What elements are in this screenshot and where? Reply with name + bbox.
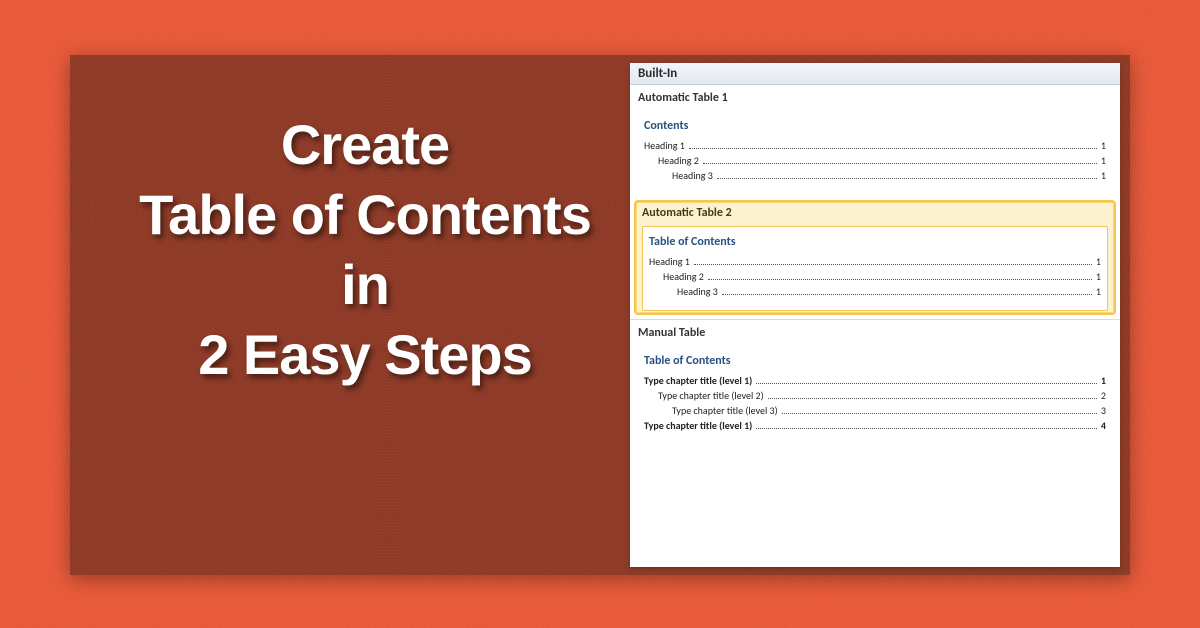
toc-entry-text: Type chapter title (level 3) (672, 404, 778, 417)
toc-line: Heading 1 1 (644, 139, 1106, 152)
style-title: Automatic Table 2 (642, 206, 1108, 220)
toc-line: Heading 3 1 (644, 169, 1106, 182)
toc-entry-text: Heading 2 (663, 270, 704, 283)
headline-line-2: Table of Contents (85, 180, 645, 250)
toc-entry-text: Type chapter title (level 1) (644, 419, 752, 432)
toc-entry-page: 1 (1101, 154, 1106, 167)
leader-dots (703, 163, 1097, 164)
toc-line: Type chapter title (level 3) 3 (644, 404, 1106, 417)
toc-entry-page: 1 (1096, 285, 1101, 298)
headline-line-1: Create (85, 110, 645, 180)
preview-title: Contents (644, 119, 1106, 133)
toc-entry-page: 3 (1101, 404, 1106, 417)
toc-entry-text: Type chapter title (level 1) (644, 374, 752, 387)
toc-line: Type chapter title (level 1) 4 (644, 419, 1106, 432)
toc-entry-text: Type chapter title (level 2) (658, 389, 764, 402)
content-panel: Create Table of Contents in 2 Easy Steps… (70, 55, 1130, 575)
style-title: Automatic Table 1 (638, 91, 1112, 105)
toc-style-manual-table[interactable]: Manual Table Table of Contents Type chap… (630, 320, 1120, 446)
leader-dots (722, 294, 1092, 295)
leader-dots (717, 178, 1097, 179)
leader-dots (756, 428, 1097, 429)
leader-dots (708, 279, 1092, 280)
headline-text: Create Table of Contents in 2 Easy Steps (85, 110, 645, 390)
toc-line: Heading 2 1 (644, 154, 1106, 167)
toc-line: Heading 2 1 (649, 270, 1101, 283)
style-preview: Contents Heading 1 1 Heading 2 1 Heading… (638, 111, 1112, 194)
preview-title: Table of Contents (649, 235, 1101, 249)
toc-entry-page: 2 (1101, 389, 1106, 402)
toc-entry-text: Heading 1 (644, 139, 685, 152)
headline-line-3: in (85, 250, 645, 320)
headline-line-4: 2 Easy Steps (85, 320, 645, 390)
toc-entry-page: 1 (1101, 374, 1106, 387)
toc-entry-page: 4 (1101, 419, 1106, 432)
toc-style-automatic-table-1[interactable]: Automatic Table 1 Contents Heading 1 1 H… (630, 85, 1120, 196)
toc-line: Type chapter title (level 1) 1 (644, 374, 1106, 387)
leader-dots (694, 264, 1092, 265)
toc-entry-page: 1 (1101, 169, 1106, 182)
toc-entry-text: Heading 1 (649, 255, 690, 268)
leader-dots (689, 148, 1097, 149)
toc-entry-page: 1 (1096, 270, 1101, 283)
style-preview: Table of Contents Type chapter title (le… (638, 346, 1112, 444)
style-title: Manual Table (638, 326, 1112, 340)
style-preview: Table of Contents Heading 1 1 Heading 2 … (642, 226, 1108, 311)
leader-dots (782, 413, 1097, 414)
toc-entry-text: Heading 2 (658, 154, 699, 167)
toc-gallery-dropdown[interactable]: Built-In Automatic Table 1 Contents Head… (630, 63, 1120, 567)
toc-line: Heading 1 1 (649, 255, 1101, 268)
toc-entry-text: Heading 3 (672, 169, 713, 182)
leader-dots (768, 398, 1097, 399)
toc-entry-text: Heading 3 (677, 285, 718, 298)
toc-style-automatic-table-2[interactable]: Automatic Table 2 Table of Contents Head… (634, 200, 1116, 315)
leader-dots (756, 383, 1097, 384)
toc-line: Heading 3 1 (649, 285, 1101, 298)
toc-line: Type chapter title (level 2) 2 (644, 389, 1106, 402)
toc-entry-page: 1 (1101, 139, 1106, 152)
preview-title: Table of Contents (644, 354, 1106, 368)
gallery-section-header: Built-In (630, 63, 1120, 85)
toc-entry-page: 1 (1096, 255, 1101, 268)
